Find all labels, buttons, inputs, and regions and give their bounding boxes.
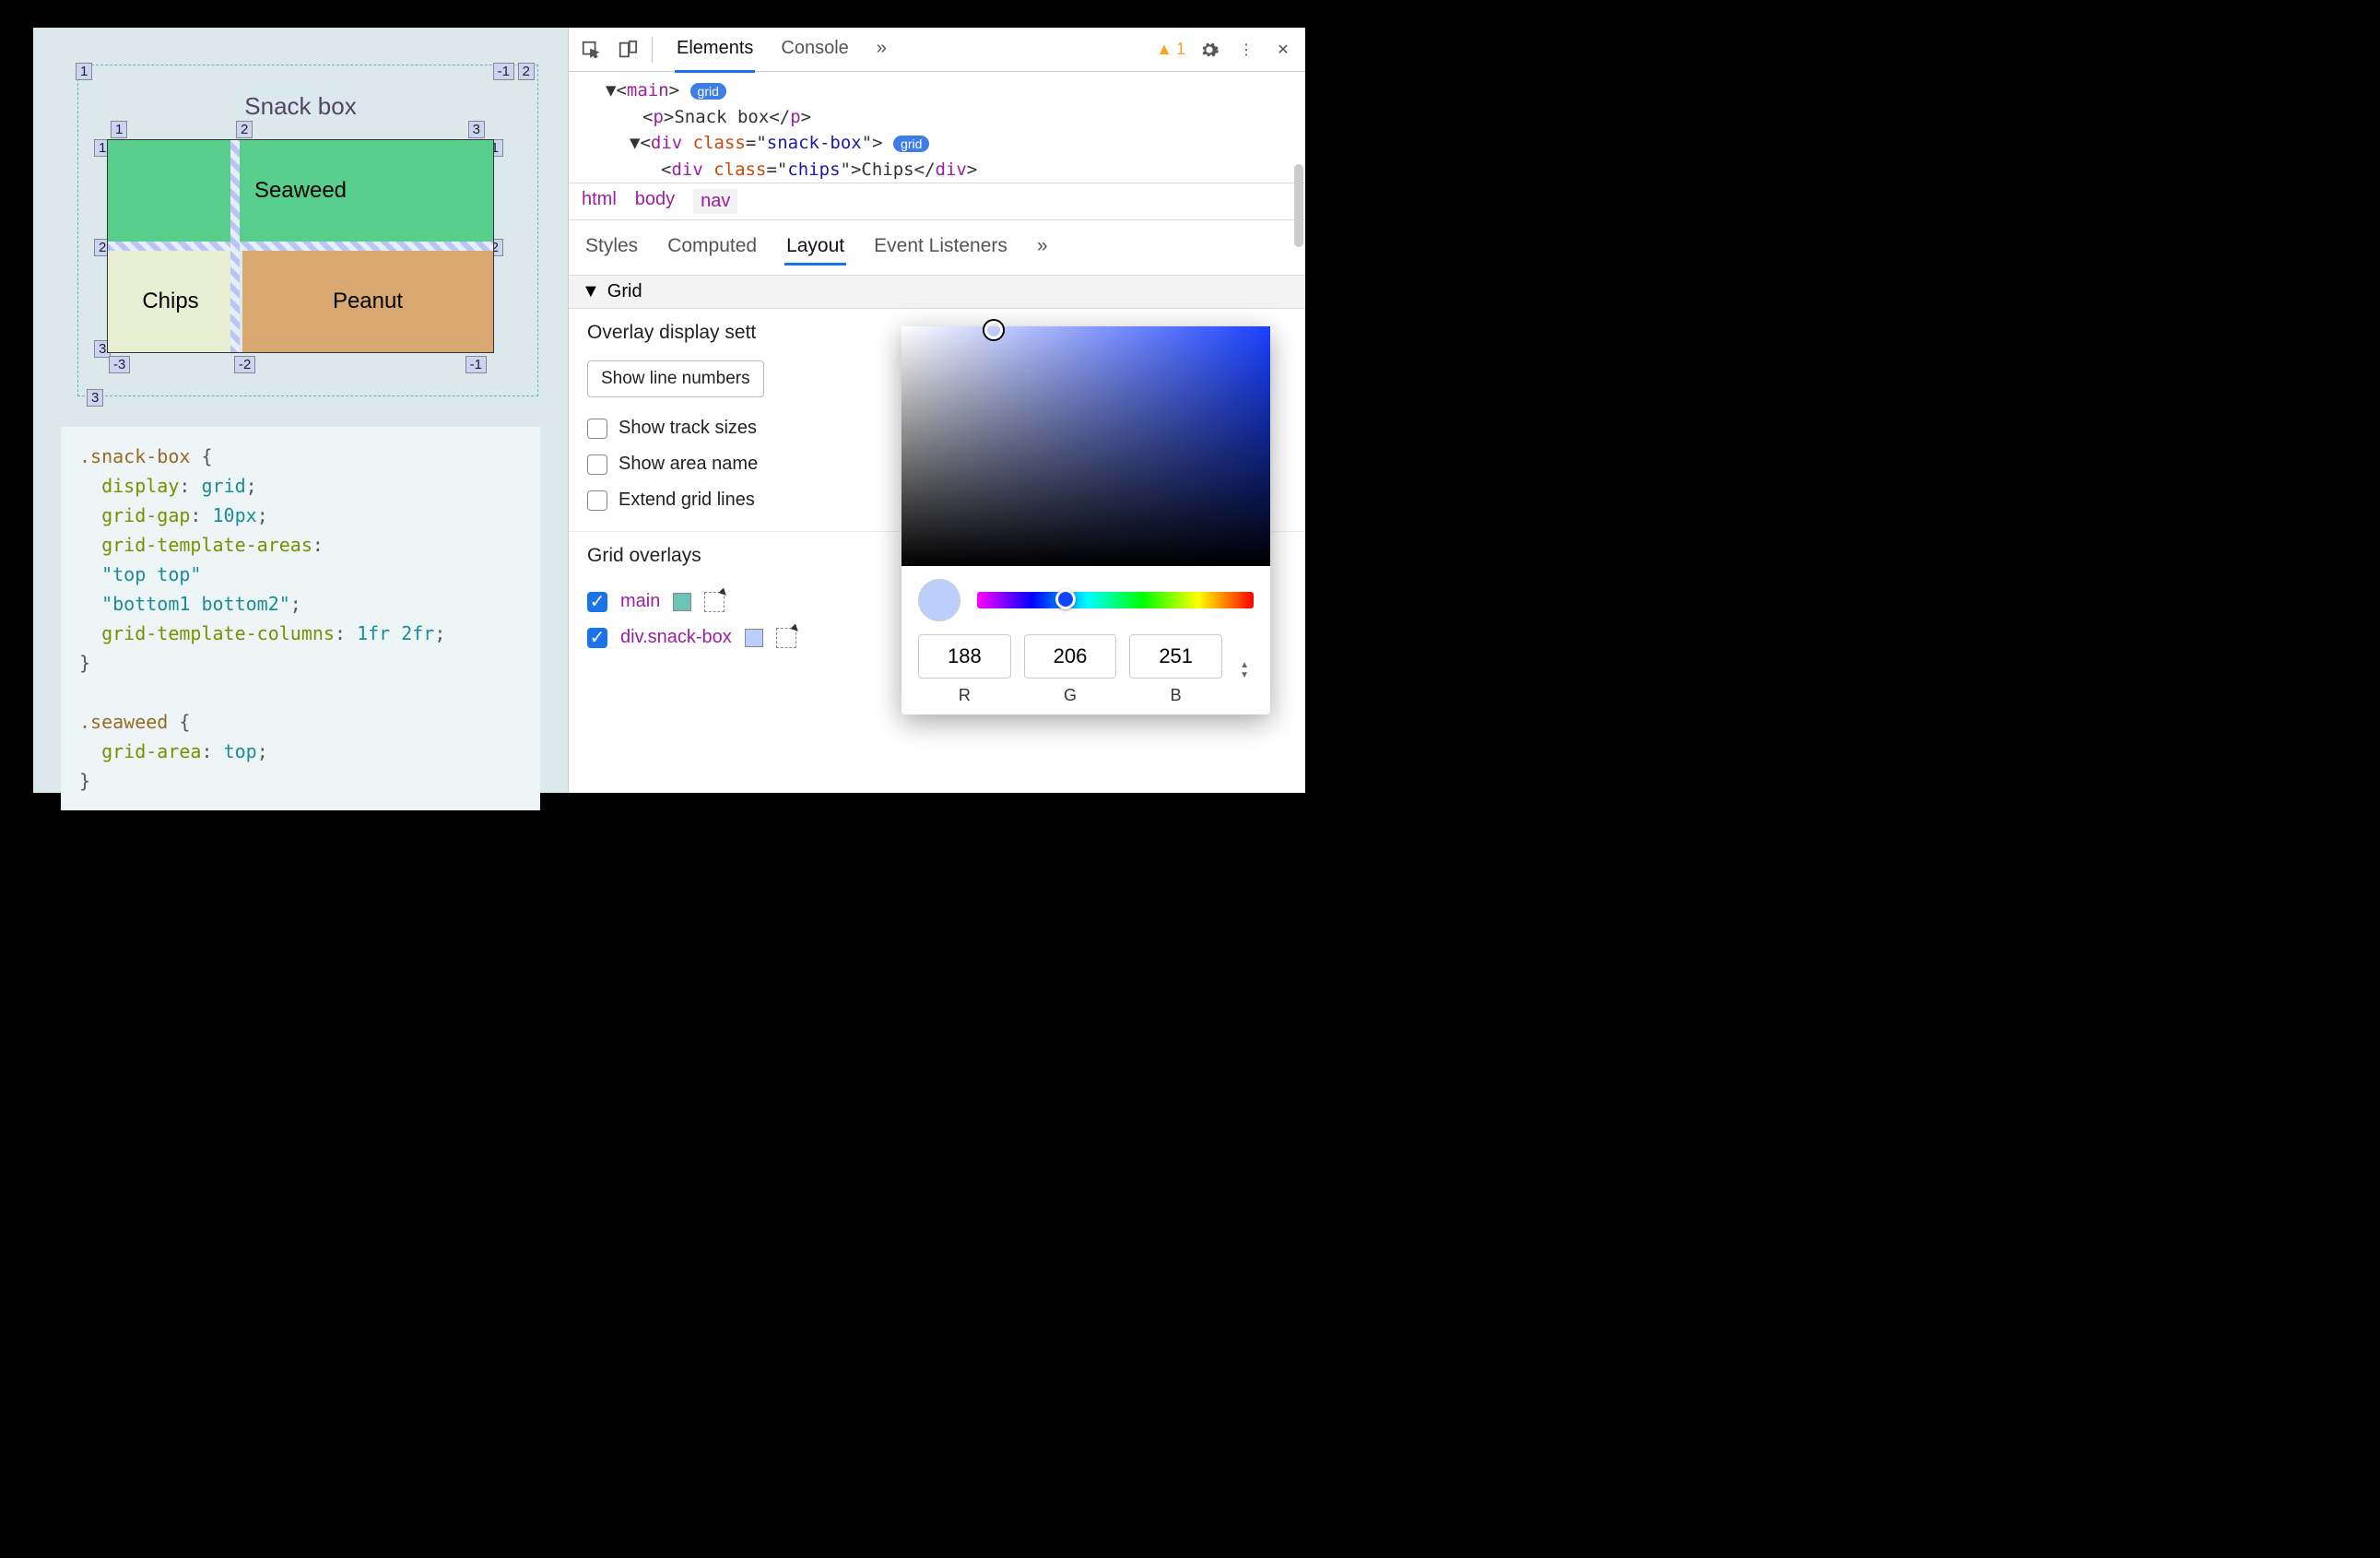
grid-line-label: -1 <box>493 63 514 80</box>
grid-line-label: -1 <box>465 356 487 373</box>
grid-item-seaweed: Seaweed <box>108 140 493 242</box>
dom-tag: main <box>627 80 669 100</box>
checkbox-label: Show area name <box>619 454 758 475</box>
grid-section-header[interactable]: ▼ Grid <box>569 276 1305 309</box>
overlay-checkbox[interactable]: ✓ <box>587 628 607 648</box>
dom-class: snack-box <box>767 133 862 153</box>
checkbox-extend-lines[interactable] <box>587 490 607 511</box>
devtools-window: 1 2 -1 3 Snack box 1 2 3 1 2 3 -1 -2 -3 … <box>33 28 1305 793</box>
grid-line-label: 1 <box>111 121 127 138</box>
checkbox-label: Show track sizes <box>619 418 757 439</box>
dom-class: chips <box>787 159 840 180</box>
overlay-color-swatch[interactable] <box>673 593 691 611</box>
dom-text: Chips <box>861 159 913 180</box>
highlight-icon[interactable] <box>776 628 796 648</box>
subtab-styles[interactable]: Styles <box>583 230 640 266</box>
line-numbers-select[interactable]: Show line numbers <box>587 360 764 397</box>
grid-badge[interactable]: grid <box>690 83 726 100</box>
grid-line-label: 2 <box>518 63 535 80</box>
tab-elements[interactable]: Elements <box>675 27 755 73</box>
saturation-cursor[interactable] <box>984 321 1003 339</box>
channel-label: G <box>1024 686 1117 705</box>
gear-icon[interactable] <box>1196 37 1222 63</box>
grid-line-label: 3 <box>87 389 103 407</box>
warnings-indicator[interactable]: ▲ 1 <box>1156 40 1185 59</box>
more-subtabs-icon[interactable]: » <box>1035 230 1050 266</box>
grid-line-label: 3 <box>468 121 485 138</box>
dom-text: Snack box <box>674 107 769 127</box>
devtools-panel: Elements Console » ▲ 1 ⋮ ✕ ▼<main> grid … <box>568 28 1305 793</box>
css-code-block: .snack-box { display: grid; grid-gap: 10… <box>61 427 540 810</box>
snack-box-grid: Seaweed Chips Peanut <box>107 139 494 353</box>
styles-subtabs: Styles Computed Layout Event Listeners » <box>569 220 1305 276</box>
grid-line-label: -2 <box>234 356 255 373</box>
channel-label: R <box>918 686 1011 705</box>
kebab-menu-icon[interactable]: ⋮ <box>1233 37 1259 63</box>
checkbox-track-sizes[interactable] <box>587 419 607 439</box>
grid-item-chips: Chips <box>108 251 233 352</box>
breadcrumb-item[interactable]: body <box>635 189 675 214</box>
highlight-icon[interactable] <box>704 592 725 612</box>
device-toggle-icon[interactable] <box>615 37 641 63</box>
saturation-area[interactable] <box>901 326 1270 566</box>
grid-line-label: 1 <box>76 63 92 80</box>
hue-thumb[interactable] <box>1055 589 1076 609</box>
overlay-checkbox[interactable]: ✓ <box>587 592 607 612</box>
color-mode-toggle[interactable]: ▲▼ <box>1235 660 1254 680</box>
more-tabs-icon[interactable]: » <box>875 27 889 73</box>
checkbox-area-names[interactable] <box>587 454 607 475</box>
grid-gap-highlight <box>230 140 240 352</box>
grid-line-label: -3 <box>109 356 130 373</box>
color-picker-popover: R G B ▲▼ <box>901 326 1270 714</box>
close-icon[interactable]: ✕ <box>1270 37 1296 63</box>
g-input[interactable] <box>1024 634 1117 679</box>
b-input[interactable] <box>1129 634 1222 679</box>
grid-gap-highlight <box>108 242 493 251</box>
checkbox-label: Extend grid lines <box>619 490 755 511</box>
hue-slider[interactable] <box>977 592 1254 608</box>
color-preview[interactable] <box>918 579 960 621</box>
inspect-icon[interactable] <box>578 37 604 63</box>
subtab-layout[interactable]: Layout <box>784 230 846 266</box>
rendered-page-pane: 1 2 -1 3 Snack box 1 2 3 1 2 3 -1 -2 -3 … <box>33 28 568 793</box>
r-input[interactable] <box>918 634 1011 679</box>
warnings-count: 1 <box>1176 40 1185 59</box>
dom-tree[interactable]: ▼<main> grid <p>Snack box</p> ▼<div clas… <box>569 72 1305 183</box>
overlay-label[interactable]: main <box>620 591 660 612</box>
breadcrumb-item[interactable]: nav <box>693 189 737 214</box>
tab-console[interactable]: Console <box>779 27 850 73</box>
devtools-toolbar: Elements Console » ▲ 1 ⋮ ✕ <box>569 28 1305 72</box>
breadcrumb-item[interactable]: html <box>582 189 617 214</box>
overlay-color-swatch[interactable] <box>745 629 763 647</box>
breadcrumb[interactable]: html body nav <box>569 183 1305 220</box>
subtab-computed[interactable]: Computed <box>666 230 759 266</box>
main-tabs: Elements Console » <box>675 27 889 73</box>
section-title: Grid <box>607 281 642 302</box>
scrollbar[interactable] <box>1294 164 1303 247</box>
grid-badge[interactable]: grid <box>893 136 929 152</box>
grid-item-peanut: Peanut <box>242 251 493 352</box>
subtab-event-listeners[interactable]: Event Listeners <box>872 230 1009 266</box>
channel-label: B <box>1129 686 1222 705</box>
overlay-label[interactable]: div.snack-box <box>620 627 732 648</box>
grid-line-label: 2 <box>236 121 253 138</box>
